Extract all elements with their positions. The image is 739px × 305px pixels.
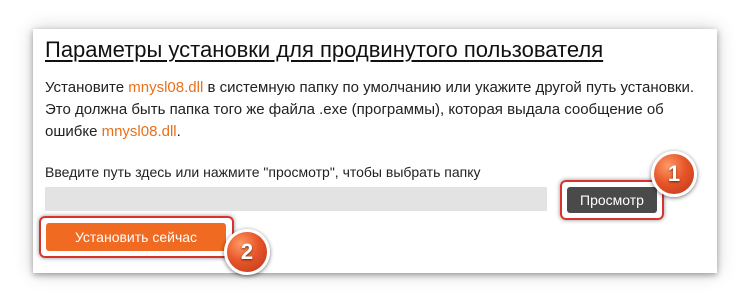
dll-filename-2: mnysl08.dll bbox=[101, 123, 177, 140]
dll-filename: mnysl08.dll bbox=[128, 79, 204, 96]
step-badge-2: 2 bbox=[224, 229, 270, 275]
instructions-part-3: . bbox=[176, 123, 181, 140]
install-settings-panel: Параметры установки для продвинутого пол… bbox=[33, 29, 717, 273]
instructions-text: Установите mnysl08.dll в системную папку… bbox=[45, 77, 705, 143]
install-path-input[interactable] bbox=[45, 187, 547, 211]
instructions-part-1: Установите bbox=[45, 79, 129, 96]
step-badge-1: 1 bbox=[651, 151, 697, 197]
page-title: Параметры установки для продвинутого пол… bbox=[45, 37, 604, 62]
install-now-button[interactable]: Установить сейчас bbox=[46, 223, 226, 251]
browse-button[interactable]: Просмотр bbox=[567, 187, 657, 213]
path-hint-label: Введите путь здесь или нажмите "просмотр… bbox=[45, 164, 481, 180]
